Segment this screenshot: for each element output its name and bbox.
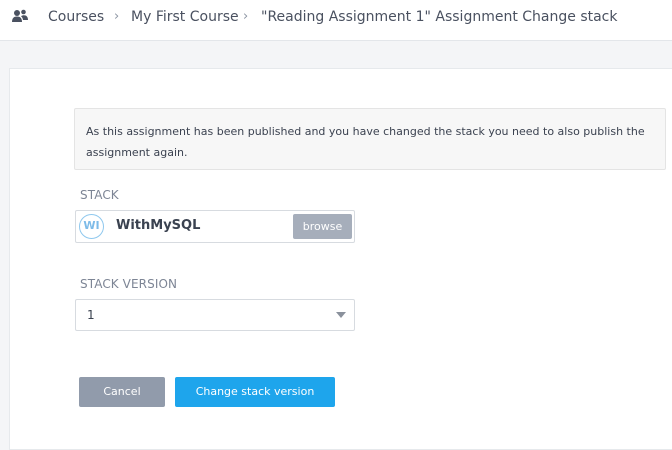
top-bar: Courses › My First Course › "Reading Ass… <box>0 0 672 41</box>
stack-label: STACK <box>80 188 119 202</box>
publish-notice: As this assignment has been published an… <box>74 108 666 170</box>
stack-version-value: 1 <box>87 308 95 322</box>
stack-avatar: WI <box>79 214 104 239</box>
breadcrumb-separator: › <box>114 9 120 24</box>
stack-field[interactable]: WI WithMySQL browse <box>75 210 355 243</box>
stack-version-select[interactable]: 1 <box>75 299 355 331</box>
cancel-button[interactable]: Cancel <box>79 377 165 407</box>
breadcrumb-separator: › <box>243 9 249 24</box>
breadcrumb-course[interactable]: My First Course <box>131 9 239 25</box>
browse-button[interactable]: browse <box>293 214 352 239</box>
users-icon[interactable] <box>11 8 29 24</box>
breadcrumb-current: "Reading Assignment 1" Assignment Change… <box>261 9 618 25</box>
change-stack-version-button[interactable]: Change stack version <box>175 377 335 407</box>
stack-version-label: STACK VERSION <box>80 277 178 291</box>
stack-name: WithMySQL <box>116 218 201 233</box>
breadcrumb-courses[interactable]: Courses <box>48 9 104 25</box>
chevron-down-icon <box>336 312 346 318</box>
